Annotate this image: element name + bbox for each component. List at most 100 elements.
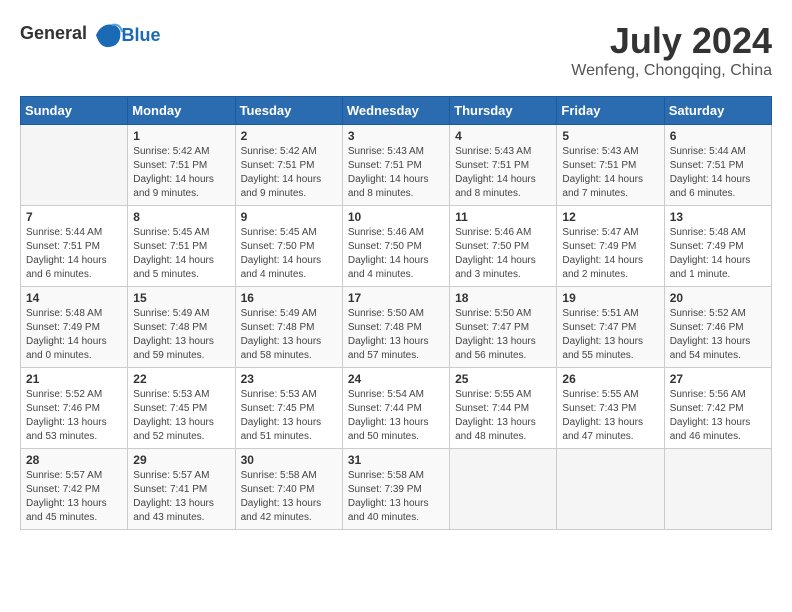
calendar-cell: 25 Sunrise: 5:55 AM Sunset: 7:44 PM Dayli… xyxy=(450,368,557,449)
calendar-cell: 15Sunrise: 5:49 AM Sunset: 7:48 PM Dayli… xyxy=(128,287,235,368)
calendar-week-row: 28Sunrise: 5:57 AM Sunset: 7:42 PM Dayli… xyxy=(21,449,772,530)
logo-blue: Blue xyxy=(122,25,161,46)
calendar-cell: 30 Sunrise: 5:58 AM Sunset: 7:40 PM Dayli… xyxy=(235,449,342,530)
calendar-cell: 27 Sunrise: 5:56 AM Sunset: 7:42 PM Dayli… xyxy=(664,368,771,449)
calendar-cell xyxy=(450,449,557,530)
calendar-cell xyxy=(21,125,128,206)
day-number: 8 xyxy=(133,210,229,224)
cell-content: Sunrise: 5:42 AM Sunset: 7:51 PM Dayligh… xyxy=(241,145,337,201)
day-of-week-header: Friday xyxy=(557,97,664,125)
cell-content: Sunrise: 5:44 AM Sunset: 7:51 PM Dayligh… xyxy=(670,145,766,201)
calendar-week-row: 7Sunrise: 5:44 AM Sunset: 7:51 PM Daylig… xyxy=(21,206,772,287)
calendar-cell: 12 Sunrise: 5:47 AM Sunset: 7:49 PM Dayli… xyxy=(557,206,664,287)
day-number: 21 xyxy=(26,372,122,386)
day-number: 30 xyxy=(241,453,337,467)
day-number: 2 xyxy=(241,129,337,143)
day-number: 17 xyxy=(348,291,444,305)
calendar-week-row: 1 Sunrise: 5:42 AM Sunset: 7:51 PM Daylig… xyxy=(21,125,772,206)
cell-content: Sunrise: 5:51 AM Sunset: 7:47 PM Dayligh… xyxy=(562,307,658,363)
calendar-cell: 21 Sunrise: 5:52 AM Sunset: 7:46 PM Dayli… xyxy=(21,368,128,449)
calendar-cell: 8 Sunrise: 5:45 AM Sunset: 7:51 PM Daylig… xyxy=(128,206,235,287)
day-of-week-header: Saturday xyxy=(664,97,771,125)
cell-content: Sunrise: 5:42 AM Sunset: 7:51 PM Dayligh… xyxy=(133,145,229,201)
day-number: 27 xyxy=(670,372,766,386)
calendar-table: SundayMondayTuesdayWednesdayThursdayFrid… xyxy=(20,96,772,530)
cell-content: Sunrise: 5:52 AM Sunset: 7:46 PM Dayligh… xyxy=(26,388,122,444)
cell-content: Sunrise: 5:58 AM Sunset: 7:39 PM Dayligh… xyxy=(348,469,444,525)
day-number: 25 xyxy=(455,372,551,386)
calendar-cell: 14 Sunrise: 5:48 AM Sunset: 7:49 PM Dayli… xyxy=(21,287,128,368)
day-number: 9 xyxy=(241,210,337,224)
day-number: 4 xyxy=(455,129,551,143)
calendar-cell: 31Sunrise: 5:58 AM Sunset: 7:39 PM Dayli… xyxy=(342,449,449,530)
cell-content: Sunrise: 5:45 AM Sunset: 7:51 PM Dayligh… xyxy=(133,226,229,282)
calendar-cell: 13 Sunrise: 5:48 AM Sunset: 7:49 PM Dayli… xyxy=(664,206,771,287)
cell-content: Sunrise: 5:55 AM Sunset: 7:43 PM Dayligh… xyxy=(562,388,658,444)
calendar-cell: 9 Sunrise: 5:45 AM Sunset: 7:50 PM Daylig… xyxy=(235,206,342,287)
day-number: 3 xyxy=(348,129,444,143)
calendar-cell: 22Sunrise: 5:53 AM Sunset: 7:45 PM Dayli… xyxy=(128,368,235,449)
day-number: 5 xyxy=(562,129,658,143)
day-number: 16 xyxy=(241,291,337,305)
calendar-cell: 26 Sunrise: 5:55 AM Sunset: 7:43 PM Dayli… xyxy=(557,368,664,449)
cell-content: Sunrise: 5:52 AM Sunset: 7:46 PM Dayligh… xyxy=(670,307,766,363)
calendar-cell: 24Sunrise: 5:54 AM Sunset: 7:44 PM Dayli… xyxy=(342,368,449,449)
day-number: 26 xyxy=(562,372,658,386)
cell-content: Sunrise: 5:46 AM Sunset: 7:50 PM Dayligh… xyxy=(455,226,551,282)
day-of-week-header: Monday xyxy=(128,97,235,125)
day-of-week-header: Wednesday xyxy=(342,97,449,125)
cell-content: Sunrise: 5:50 AM Sunset: 7:47 PM Dayligh… xyxy=(455,307,551,363)
calendar-header-row: SundayMondayTuesdayWednesdayThursdayFrid… xyxy=(21,97,772,125)
cell-content: Sunrise: 5:56 AM Sunset: 7:42 PM Dayligh… xyxy=(670,388,766,444)
calendar-cell xyxy=(557,449,664,530)
cell-content: Sunrise: 5:58 AM Sunset: 7:40 PM Dayligh… xyxy=(241,469,337,525)
calendar-cell: 7Sunrise: 5:44 AM Sunset: 7:51 PM Daylig… xyxy=(21,206,128,287)
calendar-cell: 5 Sunrise: 5:43 AM Sunset: 7:51 PM Daylig… xyxy=(557,125,664,206)
calendar-cell: 29Sunrise: 5:57 AM Sunset: 7:41 PM Dayli… xyxy=(128,449,235,530)
day-number: 1 xyxy=(133,129,229,143)
logo-icon xyxy=(94,20,124,50)
day-of-week-header: Tuesday xyxy=(235,97,342,125)
calendar-cell: 19 Sunrise: 5:51 AM Sunset: 7:47 PM Dayli… xyxy=(557,287,664,368)
cell-content: Sunrise: 5:45 AM Sunset: 7:50 PM Dayligh… xyxy=(241,226,337,282)
calendar-cell: 2 Sunrise: 5:42 AM Sunset: 7:51 PM Daylig… xyxy=(235,125,342,206)
day-number: 15 xyxy=(133,291,229,305)
day-of-week-header: Sunday xyxy=(21,97,128,125)
day-of-week-header: Thursday xyxy=(450,97,557,125)
calendar-cell: 10Sunrise: 5:46 AM Sunset: 7:50 PM Dayli… xyxy=(342,206,449,287)
calendar-cell: 28Sunrise: 5:57 AM Sunset: 7:42 PM Dayli… xyxy=(21,449,128,530)
month-year-title: July 2024 xyxy=(571,20,772,62)
calendar-cell: 11 Sunrise: 5:46 AM Sunset: 7:50 PM Dayli… xyxy=(450,206,557,287)
cell-content: Sunrise: 5:50 AM Sunset: 7:48 PM Dayligh… xyxy=(348,307,444,363)
cell-content: Sunrise: 5:55 AM Sunset: 7:44 PM Dayligh… xyxy=(455,388,551,444)
calendar-week-row: 21 Sunrise: 5:52 AM Sunset: 7:46 PM Dayli… xyxy=(21,368,772,449)
calendar-cell: 18Sunrise: 5:50 AM Sunset: 7:47 PM Dayli… xyxy=(450,287,557,368)
cell-content: Sunrise: 5:44 AM Sunset: 7:51 PM Dayligh… xyxy=(26,226,122,282)
title-block: July 2024 Wenfeng, Chongqing, China xyxy=(571,20,772,80)
calendar-cell: 1 Sunrise: 5:42 AM Sunset: 7:51 PM Daylig… xyxy=(128,125,235,206)
day-number: 24 xyxy=(348,372,444,386)
calendar-week-row: 14 Sunrise: 5:48 AM Sunset: 7:49 PM Dayli… xyxy=(21,287,772,368)
cell-content: Sunrise: 5:48 AM Sunset: 7:49 PM Dayligh… xyxy=(26,307,122,363)
day-number: 12 xyxy=(562,210,658,224)
cell-content: Sunrise: 5:43 AM Sunset: 7:51 PM Dayligh… xyxy=(455,145,551,201)
cell-content: Sunrise: 5:43 AM Sunset: 7:51 PM Dayligh… xyxy=(348,145,444,201)
cell-content: Sunrise: 5:46 AM Sunset: 7:50 PM Dayligh… xyxy=(348,226,444,282)
day-number: 20 xyxy=(670,291,766,305)
calendar-cell: 3 Sunrise: 5:43 AM Sunset: 7:51 PM Daylig… xyxy=(342,125,449,206)
day-number: 11 xyxy=(455,210,551,224)
day-number: 13 xyxy=(670,210,766,224)
cell-content: Sunrise: 5:48 AM Sunset: 7:49 PM Dayligh… xyxy=(670,226,766,282)
cell-content: Sunrise: 5:43 AM Sunset: 7:51 PM Dayligh… xyxy=(562,145,658,201)
day-number: 22 xyxy=(133,372,229,386)
calendar-cell: 4 Sunrise: 5:43 AM Sunset: 7:51 PM Daylig… xyxy=(450,125,557,206)
cell-content: Sunrise: 5:53 AM Sunset: 7:45 PM Dayligh… xyxy=(241,388,337,444)
day-number: 14 xyxy=(26,291,122,305)
calendar-cell: 17 Sunrise: 5:50 AM Sunset: 7:48 PM Dayli… xyxy=(342,287,449,368)
cell-content: Sunrise: 5:47 AM Sunset: 7:49 PM Dayligh… xyxy=(562,226,658,282)
calendar-cell: 16Sunrise: 5:49 AM Sunset: 7:48 PM Dayli… xyxy=(235,287,342,368)
cell-content: Sunrise: 5:57 AM Sunset: 7:42 PM Dayligh… xyxy=(26,469,122,525)
cell-content: Sunrise: 5:57 AM Sunset: 7:41 PM Dayligh… xyxy=(133,469,229,525)
calendar-cell: 20 Sunrise: 5:52 AM Sunset: 7:46 PM Dayli… xyxy=(664,287,771,368)
day-number: 19 xyxy=(562,291,658,305)
